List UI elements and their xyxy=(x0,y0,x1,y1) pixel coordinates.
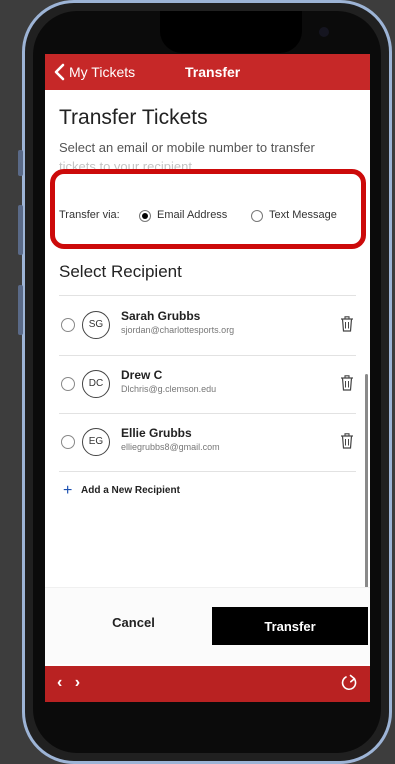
divider xyxy=(59,295,356,296)
recipient-row[interactable]: EG Ellie Grubbs elliegrubbs8@gmail.com xyxy=(45,414,370,472)
highlight-annotation xyxy=(50,169,366,249)
select-recipient-heading: Select Recipient xyxy=(59,262,182,281)
recipient-name: Drew C xyxy=(121,368,163,382)
subtitle-line-1: Select an email or mobile number to tran… xyxy=(59,140,315,155)
plus-icon: + xyxy=(63,482,73,499)
app-screen: My Tickets Transfer Transfer Tickets Sel… xyxy=(45,54,370,702)
recipient-radio[interactable] xyxy=(61,377,75,391)
camera-icon xyxy=(319,27,329,37)
recipient-row[interactable]: DC Drew C Dlchris@g.clemson.edu xyxy=(45,356,370,414)
action-bar: Cancel Transfer xyxy=(45,587,370,664)
reload-icon[interactable] xyxy=(340,674,358,692)
page-title: Transfer Tickets xyxy=(59,106,208,129)
recipient-name: Ellie Grubbs xyxy=(121,426,192,440)
app-header: My Tickets Transfer xyxy=(45,54,370,90)
back-chevron-icon[interactable] xyxy=(53,63,67,81)
volume-up-button xyxy=(18,205,23,255)
divider xyxy=(59,471,356,472)
recipient-radio[interactable] xyxy=(61,435,75,449)
trash-icon[interactable] xyxy=(340,316,354,332)
recipient-email: sjordan@charlottesports.org xyxy=(121,325,235,335)
transfer-button[interactable]: Transfer xyxy=(212,607,368,645)
back-button[interactable]: My Tickets xyxy=(69,64,135,80)
avatar: SG xyxy=(82,311,110,339)
mute-switch xyxy=(18,150,23,176)
volume-down-button xyxy=(18,285,23,335)
recipient-radio[interactable] xyxy=(61,318,75,332)
recipient-email: elliegrubbs8@gmail.com xyxy=(121,442,220,452)
nav-arrows-icon[interactable]: ‹ › xyxy=(57,674,84,692)
browser-footer: ‹ › xyxy=(45,666,370,702)
recipient-row[interactable]: SG Sarah Grubbs sjordan@charlottesports.… xyxy=(45,297,370,355)
recipient-email: Dlchris@g.clemson.edu xyxy=(121,384,217,394)
phone-notch xyxy=(160,11,329,53)
cancel-button[interactable]: Cancel xyxy=(59,603,208,641)
recipient-name: Sarah Grubbs xyxy=(121,309,201,323)
trash-icon[interactable] xyxy=(340,433,354,449)
add-recipient-label: Add a New Recipient xyxy=(81,485,180,496)
avatar: DC xyxy=(82,370,110,398)
avatar: EG xyxy=(82,428,110,456)
trash-icon[interactable] xyxy=(340,375,354,391)
header-title: Transfer xyxy=(185,64,241,80)
